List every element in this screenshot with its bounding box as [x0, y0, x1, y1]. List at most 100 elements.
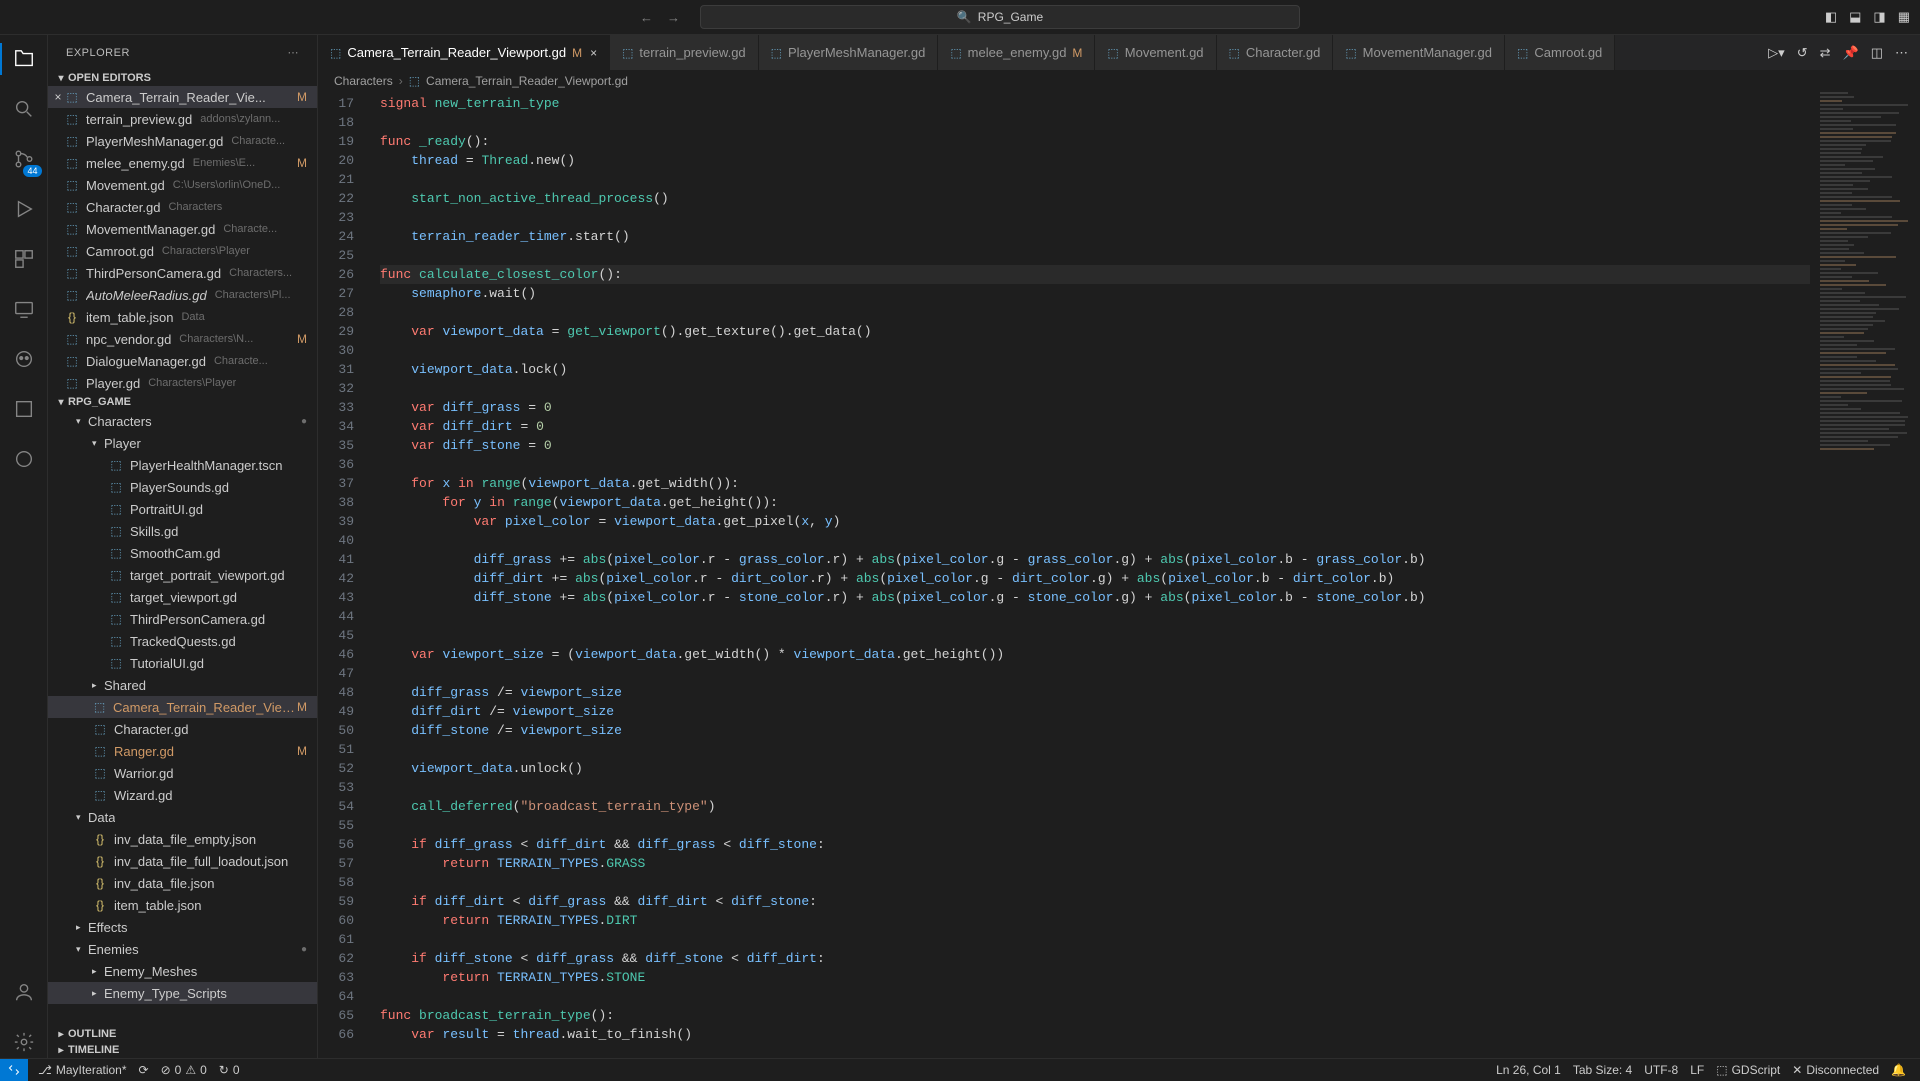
- layout-toggle-left-icon[interactable]: ◧: [1825, 9, 1837, 25]
- activity-run-debug-icon[interactable]: [0, 193, 48, 225]
- file-item[interactable]: ⬚Character.gd: [48, 718, 317, 740]
- file-item[interactable]: ⬚Wizard.gd: [48, 784, 317, 806]
- status-encoding[interactable]: UTF-8: [1638, 1063, 1684, 1077]
- layout-customize-icon[interactable]: ▦: [1898, 9, 1910, 25]
- activity-godot-icon[interactable]: [0, 343, 48, 375]
- file-item[interactable]: ⬚Skills.gd: [48, 520, 317, 542]
- editor-tab[interactable]: ⬚Camera_Terrain_Reader_Viewport.gdM×: [318, 35, 610, 70]
- status-ports[interactable]: ↻0: [213, 1063, 246, 1077]
- editor-tab[interactable]: ⬚terrain_preview.gd: [610, 35, 759, 70]
- more-icon[interactable]: ⋯: [1895, 45, 1908, 61]
- open-editor-item[interactable]: ⬚Movement.gdC:\Users\orlin\OneD...: [48, 174, 317, 196]
- remote-indicator[interactable]: [0, 1059, 28, 1081]
- close-icon[interactable]: ×: [50, 90, 66, 104]
- status-tabsize[interactable]: Tab Size: 4: [1567, 1063, 1638, 1077]
- open-editor-item[interactable]: ⬚Player.gdCharacters\Player: [48, 372, 317, 394]
- file-item[interactable]: ⬚target_portrait_viewport.gd: [48, 564, 317, 586]
- file-item[interactable]: {}inv_data_file.json: [48, 872, 317, 894]
- folder-item[interactable]: ▾Player: [48, 432, 317, 454]
- file-path-hint: C:\Users\orlin\OneD...: [173, 179, 281, 191]
- open-editor-item[interactable]: ⬚AutoMeleeRadius.gdCharacters\Pl...: [48, 284, 317, 306]
- layout-toggle-right-icon[interactable]: ◨: [1873, 9, 1885, 25]
- open-editor-item[interactable]: ⬚Camroot.gdCharacters\Player: [48, 240, 317, 262]
- open-editor-item[interactable]: ⬚melee_enemy.gdEnemies\E...M: [48, 152, 317, 174]
- editor-tab[interactable]: ⬚PlayerMeshManager.gd: [759, 35, 939, 70]
- status-notifications[interactable]: 🔔: [1885, 1063, 1912, 1077]
- file-item[interactable]: ⬚TrackedQuests.gd: [48, 630, 317, 652]
- editor-tab[interactable]: ⬚Character.gd: [1217, 35, 1334, 70]
- open-editor-item[interactable]: {}item_table.jsonData: [48, 306, 317, 328]
- file-item[interactable]: {}inv_data_file_empty.json: [48, 828, 317, 850]
- status-connection[interactable]: ✕Disconnected: [1786, 1063, 1885, 1077]
- activity-extensions-icon[interactable]: [0, 243, 48, 275]
- run-icon[interactable]: ▷▾: [1768, 45, 1785, 61]
- minimap[interactable]: [1810, 92, 1920, 1058]
- file-item[interactable]: ⬚PortraitUI.gd: [48, 498, 317, 520]
- open-editor-item[interactable]: ⬚terrain_preview.gdaddons\zylann...: [48, 108, 317, 130]
- breadcrumb[interactable]: Characters › ⬚ Camera_Terrain_Reader_Vie…: [318, 70, 1920, 92]
- activity-source-control-icon[interactable]: 44: [0, 143, 48, 175]
- folder-item[interactable]: ▾Enemies●: [48, 938, 317, 960]
- breadcrumb-item[interactable]: Camera_Terrain_Reader_Viewport.gd: [426, 74, 628, 88]
- file-item[interactable]: ⬚PlayerSounds.gd: [48, 476, 317, 498]
- nav-forward-icon[interactable]: →: [667, 10, 680, 25]
- code-editor[interactable]: signal new_terrain_type func _ready(): t…: [370, 92, 1810, 1058]
- editor-tab[interactable]: ⬚Movement.gd: [1095, 35, 1216, 70]
- activity-explorer-icon[interactable]: [0, 43, 48, 75]
- status-branch[interactable]: ⎇ MayIteration*: [32, 1063, 133, 1077]
- status-problems[interactable]: ⊘0 ⚠0: [155, 1063, 213, 1077]
- open-editors-header[interactable]: ▾ OPEN EDITORS: [48, 70, 317, 86]
- project-header[interactable]: ▾ RPG_GAME: [48, 394, 317, 410]
- open-editor-item[interactable]: ⬚DialogueManager.gdCharacte...: [48, 350, 317, 372]
- folder-item[interactable]: ▸Effects: [48, 916, 317, 938]
- file-item[interactable]: ⬚PlayerHealthManager.tscn: [48, 454, 317, 476]
- file-item[interactable]: ⬚SmoothCam.gd: [48, 542, 317, 564]
- activity-account-icon[interactable]: [0, 976, 48, 1008]
- file-item[interactable]: ⬚TutorialUI.gd: [48, 652, 317, 674]
- open-editor-item[interactable]: ×⬚Camera_Terrain_Reader_Vie...M: [48, 86, 317, 108]
- activity-misc2-icon[interactable]: [0, 443, 48, 475]
- file-item[interactable]: {}inv_data_file_full_loadout.json: [48, 850, 317, 872]
- activity-remote-icon[interactable]: [0, 293, 48, 325]
- open-editor-item[interactable]: ⬚MovementManager.gdCharacte...: [48, 218, 317, 240]
- timeline-header[interactable]: ▸ TIMELINE: [48, 1042, 317, 1058]
- file-item[interactable]: ⬚Warrior.gd: [48, 762, 317, 784]
- split-icon[interactable]: ◫: [1871, 45, 1883, 61]
- folder-item[interactable]: ▾Characters●: [48, 410, 317, 432]
- file-item[interactable]: ⬚target_viewport.gd: [48, 586, 317, 608]
- open-editor-item[interactable]: ⬚ThirdPersonCamera.gdCharacters...: [48, 262, 317, 284]
- folder-item[interactable]: ▸Enemy_Type_Scripts: [48, 982, 317, 1004]
- file-item[interactable]: {}item_table.json: [48, 894, 317, 916]
- activity-settings-icon[interactable]: [0, 1026, 48, 1058]
- open-editor-item[interactable]: ⬚npc_vendor.gdCharacters\N...M: [48, 328, 317, 350]
- folder-item[interactable]: ▸Shared: [48, 674, 317, 696]
- command-center[interactable]: 🔍 RPG_Game: [700, 5, 1300, 29]
- editor-tab[interactable]: ⬚MovementManager.gd: [1333, 35, 1505, 70]
- title-bar: ← → 🔍 RPG_Game ◧ ⬓ ◨ ▦: [0, 0, 1920, 35]
- file-item[interactable]: ⬚Camera_Terrain_Reader_Viewp...M: [48, 696, 317, 718]
- layout-toggle-bottom-icon[interactable]: ⬓: [1849, 9, 1861, 25]
- open-editor-item[interactable]: ⬚Character.gdCharacters: [48, 196, 317, 218]
- activity-misc1-icon[interactable]: [0, 393, 48, 425]
- folder-item[interactable]: ▾Data: [48, 806, 317, 828]
- open-editor-item[interactable]: ⬚PlayerMeshManager.gdCharacte...: [48, 130, 317, 152]
- activity-search-icon[interactable]: [0, 93, 48, 125]
- status-eol[interactable]: LF: [1684, 1063, 1710, 1077]
- close-icon[interactable]: ×: [590, 46, 597, 60]
- status-sync[interactable]: ⟳: [133, 1063, 155, 1077]
- folder-item[interactable]: ▸Enemy_Meshes: [48, 960, 317, 982]
- breadcrumb-item[interactable]: Characters: [334, 74, 393, 88]
- nav-back-icon[interactable]: ←: [640, 10, 653, 25]
- chevron-icon: ▸: [76, 922, 88, 933]
- side-more-icon[interactable]: ⋯: [288, 46, 300, 59]
- editor-tab[interactable]: ⬚Camroot.gd: [1505, 35, 1615, 70]
- pin-icon[interactable]: 📌: [1843, 45, 1859, 61]
- file-item[interactable]: ⬚Ranger.gdM: [48, 740, 317, 762]
- outline-header[interactable]: ▸ OUTLINE: [48, 1026, 317, 1042]
- status-cursor[interactable]: Ln 26, Col 1: [1490, 1063, 1567, 1077]
- editor-tab[interactable]: ⬚melee_enemy.gdM: [938, 35, 1095, 70]
- diff-icon[interactable]: ⇄: [1820, 45, 1831, 61]
- status-language[interactable]: ⬚GDScript: [1710, 1063, 1786, 1077]
- file-item[interactable]: ⬚ThirdPersonCamera.gd: [48, 608, 317, 630]
- history-icon[interactable]: ↺: [1797, 45, 1808, 61]
